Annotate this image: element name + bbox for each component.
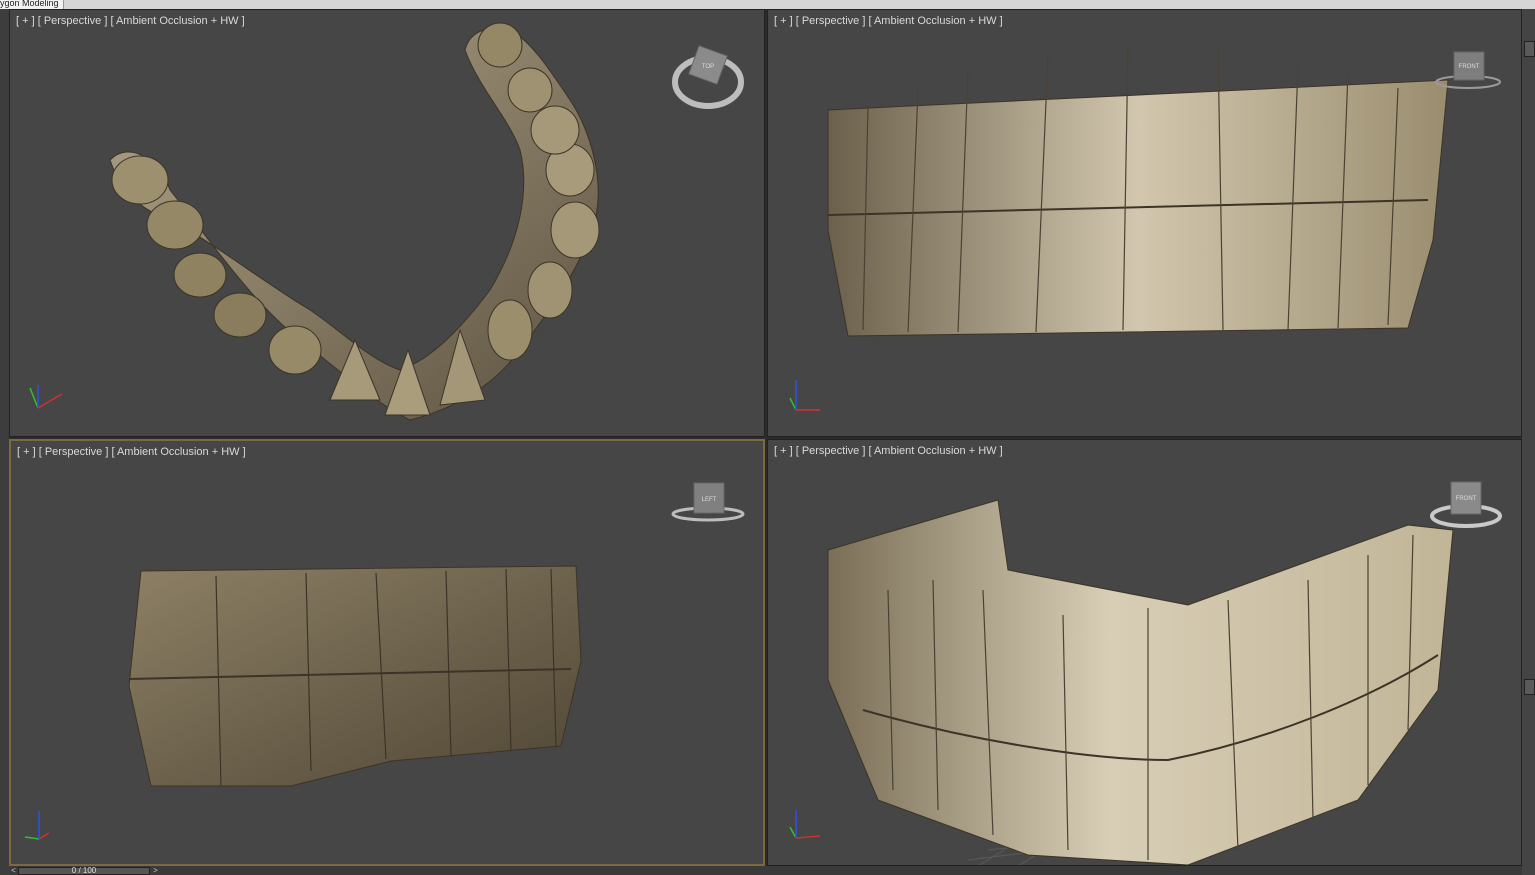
viewport-label[interactable]: [ + ] [ Perspective ] [ Ambient Occlusio… [17, 446, 246, 458]
panel-button[interactable] [1524, 679, 1535, 695]
viewport-label[interactable]: [ + ] [ Perspective ] [ Ambient Occlusio… [16, 15, 245, 27]
viewport-label[interactable]: [ + ] [ Perspective ] [ Ambient Occlusio… [774, 445, 1003, 457]
viewcube-face-label: LEFT [702, 497, 717, 503]
teeth-model[interactable] [827, 499, 1454, 865]
teeth-model[interactable] [827, 47, 1449, 337]
axis-tripod-icon [789, 810, 821, 839]
right-command-panel-strip [1522, 9, 1535, 875]
timeline-prev-button[interactable]: < [9, 866, 18, 875]
viewcube-icon[interactable]: FRONT [1430, 481, 1502, 528]
viewcube-face-label: FRONT [1459, 64, 1480, 70]
timeline-bar [9, 866, 1522, 875]
axis-tripod-icon [29, 385, 63, 409]
axis-tripod-icon [789, 380, 820, 411]
time-slider[interactable]: 0 / 100 [18, 867, 150, 875]
teeth-model[interactable] [109, 22, 600, 421]
viewport-bottom-right[interactable]: FRONT [ + ] [ Perspective ] [ Ambient Oc… [767, 439, 1522, 866]
viewport-scene: TOP [29, 22, 744, 421]
left-toolbar-strip [0, 9, 9, 875]
axis-tripod-icon [24, 811, 50, 840]
viewcube-face-label: FRONT [1456, 496, 1477, 502]
teeth-model[interactable] [128, 565, 582, 787]
viewport-scene: FRONT [789, 47, 1501, 411]
workspace-tab[interactable]: ygon Modeling [0, 0, 64, 9]
viewcube-icon[interactable]: TOP [672, 45, 744, 109]
viewcube-face-label: TOP [702, 64, 714, 70]
viewport-label[interactable]: [ + ] [ Perspective ] [ Ambient Occlusio… [774, 15, 1003, 27]
viewport-top-left[interactable]: TOP [ + ] [ Perspective ] [ Ambient Occl… [9, 9, 765, 437]
viewport-bottom-left[interactable]: LEFT [ + ] [ Perspective ] [ Ambient Occ… [9, 439, 765, 866]
viewport-scene: LEFT [24, 482, 745, 840]
panel-button[interactable] [1524, 41, 1535, 57]
title-bar: ygon Modeling [0, 0, 1535, 9]
viewport-top-right[interactable]: FRONT [ + ] [ Perspective ] [ Ambient Oc… [767, 9, 1522, 437]
viewport-scene: FRONT [789, 481, 1502, 865]
timeline-next-button[interactable]: > [151, 866, 160, 875]
viewcube-icon[interactable]: LEFT [671, 482, 745, 522]
